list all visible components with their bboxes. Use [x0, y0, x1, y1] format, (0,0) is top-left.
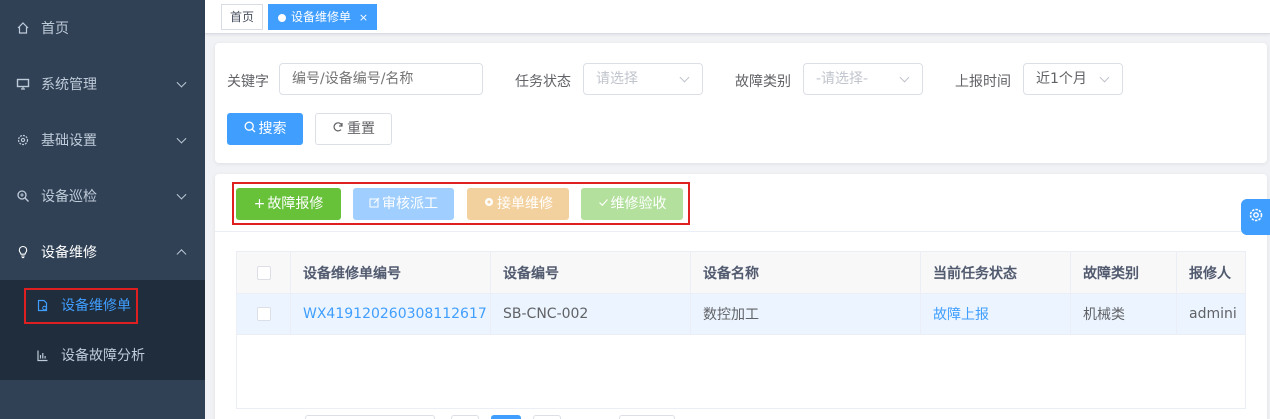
- fault-type-label: 故障类别: [735, 74, 791, 90]
- select-all-checkbox[interactable]: [257, 265, 271, 280]
- search-button[interactable]: 搜索: [227, 113, 303, 145]
- table-cell: 机械类: [1071, 294, 1177, 334]
- submenu-item-label: 设备故障分析: [61, 348, 145, 364]
- task-status-value: 请选择: [596, 71, 638, 87]
- divider: [215, 231, 1267, 232]
- column-header[interactable]: 当前任务状态: [921, 252, 1071, 293]
- plus-icon: +: [253, 196, 266, 212]
- repair-order-table: 设备维修单编号 设备编号 设备名称 当前任务状态 故障类别 报修人 WX4191…: [236, 251, 1246, 409]
- refresh-icon: [332, 115, 344, 145]
- table-header: 设备维修单编号 设备编号 设备名称 当前任务状态 故障类别 报修人: [237, 252, 1245, 294]
- report-fault-button[interactable]: + 故障报修: [236, 188, 341, 220]
- search-button-label: 搜索: [258, 121, 287, 137]
- pagination-jump-input[interactable]: [619, 415, 675, 419]
- column-header[interactable]: 设备名称: [691, 252, 921, 293]
- column-header[interactable]: 设备编号: [491, 252, 691, 293]
- submenu-item-fault-analysis[interactable]: 设备故障分析: [0, 330, 205, 380]
- chevron-down-icon: [899, 72, 910, 83]
- header-checkbox-cell: [237, 252, 291, 293]
- report-time-label: 上报时间: [955, 74, 1011, 90]
- monitor-icon: [16, 77, 30, 91]
- menu-item-repair[interactable]: 设备维修: [0, 224, 205, 280]
- repair-acceptance-button[interactable]: 维修验收: [581, 188, 683, 220]
- chevron-down-icon: [679, 72, 690, 83]
- menu-item-label: 首页: [41, 21, 69, 37]
- accept-repair-label: 接单维修: [497, 196, 553, 212]
- menu-item-label: 设备巡检: [41, 189, 97, 205]
- table-row[interactable]: WX419120260308112617 SB-CNC-002 数控加工 故障上…: [237, 294, 1245, 335]
- close-icon[interactable]: ×: [359, 11, 368, 24]
- table-cell: SB-CNC-002: [491, 294, 691, 334]
- sidebar: 首页 系统管理 基础设置 设备巡检 设备维修 设备维修单 设备故障分析: [0, 0, 205, 419]
- report-fault-label: 故障报修: [267, 196, 324, 212]
- row-checkbox[interactable]: [257, 307, 271, 321]
- row-checkbox-cell: [237, 294, 291, 334]
- tag-current-label: 设备维修单: [291, 10, 352, 24]
- check-icon: [598, 188, 609, 220]
- pagination-next-button[interactable]: [533, 415, 561, 419]
- chevron-down-icon: [1099, 72, 1110, 83]
- keyword-label: 关键字: [227, 74, 269, 90]
- menu-item-label: 系统管理: [41, 77, 97, 93]
- search-zoom-icon: [16, 189, 30, 203]
- lightbulb-icon: [16, 245, 30, 259]
- audit-dispatch-label: 审核派工: [382, 196, 438, 212]
- submenu-item-repair-order[interactable]: 设备维修单: [0, 280, 205, 330]
- table-cell: admini: [1189, 306, 1237, 322]
- reset-button-label: 重置: [347, 121, 375, 137]
- column-header[interactable]: 报修人: [1177, 252, 1245, 293]
- chevron-down-icon: [176, 77, 187, 88]
- accept-repair-button[interactable]: 接单维修: [467, 188, 569, 220]
- report-time-value: 近1个月: [1036, 71, 1087, 87]
- menu-item-inspection[interactable]: 设备巡检: [0, 168, 205, 224]
- gear-icon: [16, 133, 30, 147]
- chevron-down-icon: [176, 189, 187, 200]
- tag-home[interactable]: 首页: [221, 4, 264, 30]
- menu-item-basic-settings[interactable]: 基础设置: [0, 112, 205, 168]
- keyword-input[interactable]: [279, 63, 483, 95]
- table-cell: 数控加工: [691, 294, 921, 334]
- column-header[interactable]: 设备维修单编号: [291, 252, 491, 293]
- fault-type-select[interactable]: -请选择-: [803, 63, 923, 95]
- home-icon: [16, 21, 30, 35]
- column-header[interactable]: 故障类别: [1071, 252, 1177, 293]
- submenu: 设备维修单 设备故障分析: [0, 280, 205, 380]
- edit-icon: [369, 188, 380, 220]
- menu-item-label: 基础设置: [41, 133, 97, 149]
- tag-current[interactable]: 设备维修单 ×: [268, 4, 378, 30]
- reset-button[interactable]: 重置: [315, 113, 392, 145]
- search-icon: [244, 115, 256, 145]
- menu-item-home[interactable]: 首页: [0, 0, 205, 56]
- chart-icon: [36, 349, 49, 362]
- chevron-down-icon: [176, 133, 187, 144]
- task-status-link[interactable]: 故障上报: [921, 294, 1071, 334]
- search-panel: 关键字 任务状态 请选择 故障类别 -请选择- 上报时间 近1个月 搜索 重置: [215, 43, 1267, 163]
- highlight-box: [24, 288, 138, 324]
- report-time-select[interactable]: 近1个月: [1023, 63, 1123, 95]
- order-number-link[interactable]: WX419120260308112617: [291, 294, 491, 334]
- pagination-size-select[interactable]: [305, 415, 435, 419]
- settings-button[interactable]: [1241, 199, 1270, 235]
- table-panel: + 故障报修 审核派工 接单维修 维修验收 设备维修单编号 设备编号 设备名称 当…: [215, 174, 1267, 419]
- audit-dispatch-button[interactable]: 审核派工: [353, 188, 454, 220]
- menu-item-label: 设备维修: [41, 245, 97, 261]
- task-status-label: 任务状态: [515, 74, 571, 90]
- task-status-select[interactable]: 请选择: [583, 63, 703, 95]
- menu-item-system[interactable]: 系统管理: [0, 56, 205, 112]
- tags-view: 首页 设备维修单 ×: [205, 0, 1270, 34]
- chevron-up-icon: [176, 249, 187, 260]
- pagination-prev-button[interactable]: [451, 415, 479, 419]
- fault-type-value: -请选择-: [816, 71, 869, 87]
- gear-icon: [1247, 206, 1265, 228]
- active-dot-icon: [278, 14, 286, 22]
- pagination-current-page[interactable]: [491, 415, 521, 419]
- gear-icon: [483, 188, 495, 220]
- repair-acceptance-label: 维修验收: [610, 196, 667, 212]
